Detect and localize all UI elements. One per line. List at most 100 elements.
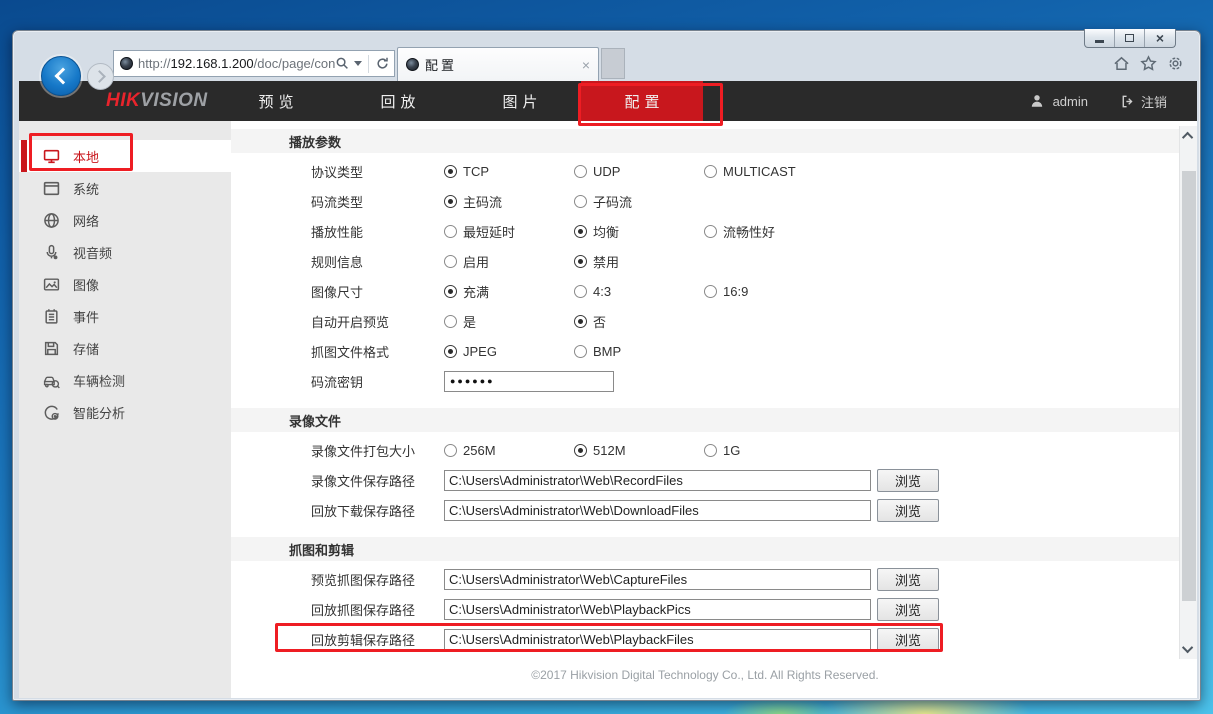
path-input[interactable] <box>444 629 871 650</box>
radio-circle[interactable] <box>444 165 457 178</box>
radio-option[interactable]: TCP <box>444 164 574 179</box>
sidebar-item-storage[interactable]: 存储 <box>19 332 231 364</box>
radio-option[interactable]: 256M <box>444 443 574 458</box>
radio-option[interactable]: 主码流 <box>444 192 574 211</box>
sidebar-item-image[interactable]: 图像 <box>19 268 231 300</box>
minimize-button[interactable] <box>1085 29 1115 47</box>
browse-button[interactable]: 浏览 <box>877 499 939 522</box>
radio-circle[interactable] <box>444 444 457 457</box>
radio-circle[interactable] <box>574 255 587 268</box>
search-icon[interactable] <box>335 56 350 71</box>
stream-key-input[interactable] <box>444 371 614 392</box>
radio-option[interactable]: 均衡 <box>574 222 704 241</box>
radio-circle[interactable] <box>444 255 457 268</box>
radio-option[interactable]: 充满 <box>444 282 574 301</box>
browse-button[interactable]: 浏览 <box>877 469 939 492</box>
sidebar-item-av[interactable]: 视音频 <box>19 236 231 268</box>
radio-option[interactable]: 512M <box>574 443 704 458</box>
settings-gear-icon[interactable] <box>1167 55 1184 72</box>
radio-option[interactable]: 禁用 <box>574 252 704 271</box>
radio-option[interactable]: 流畅性好 <box>704 222 834 241</box>
radio-circle[interactable] <box>704 225 717 238</box>
sidebar-item-local[interactable]: 本地 <box>19 140 231 172</box>
restore-icon <box>1125 34 1134 42</box>
logout-button[interactable]: 注销 <box>1120 92 1167 111</box>
site-header: HIKVISION 预览回放图片配置 admin 注销 <box>19 81 1197 121</box>
floppy-icon <box>43 340 60 357</box>
url-path: /doc/page/config.a <box>254 56 335 71</box>
vehicle-detect-icon <box>43 372 60 389</box>
radio-circle[interactable] <box>574 225 587 238</box>
browse-button[interactable]: 浏览 <box>877 598 939 621</box>
field-label: 规则信息 <box>311 252 444 271</box>
radio-label: 最短延时 <box>463 222 515 241</box>
radio-option[interactable]: 启用 <box>444 252 574 271</box>
sidebar-item-network[interactable]: 网络 <box>19 204 231 236</box>
nav-tab-picture[interactable]: 图片 <box>459 81 581 121</box>
dropdown-caret-icon[interactable] <box>354 61 362 66</box>
radio-option[interactable]: 子码流 <box>574 192 704 211</box>
radio-circle[interactable] <box>574 345 587 358</box>
path-input[interactable] <box>444 599 871 620</box>
address-bar[interactable]: http://192.168.1.200/doc/page/config.a <box>113 50 395 77</box>
radio-option[interactable]: 是 <box>444 312 574 331</box>
radio-option[interactable]: BMP <box>574 344 704 359</box>
radio-circle[interactable] <box>574 285 587 298</box>
form-row: 录像文件保存路径浏览 <box>231 465 1179 495</box>
scroll-down-arrow[interactable] <box>1180 639 1197 659</box>
home-icon[interactable] <box>1113 55 1130 72</box>
desktop: × http://192.168.1.200/doc/page/config.a… <box>0 0 1213 714</box>
scroll-thumb[interactable] <box>1182 171 1196 601</box>
browse-button[interactable]: 浏览 <box>877 628 939 651</box>
nav-tab-config[interactable]: 配置 <box>581 81 703 121</box>
scrollbar[interactable] <box>1179 126 1197 659</box>
radio-circle[interactable] <box>574 195 587 208</box>
browse-button[interactable]: 浏览 <box>877 568 939 591</box>
radio-circle[interactable] <box>574 165 587 178</box>
sidebar-item-vehicle[interactable]: 车辆检测 <box>19 364 231 396</box>
nav-tab-playback[interactable]: 回放 <box>337 81 459 121</box>
sidebar-item-smart[interactable]: 智能分析 <box>19 396 231 428</box>
radio-circle[interactable] <box>444 315 457 328</box>
new-tab-button[interactable] <box>601 48 625 79</box>
sidebar-item-label: 智能分析 <box>73 403 125 422</box>
radio-option[interactable]: MULTICAST <box>704 164 834 179</box>
scroll-up-arrow[interactable] <box>1180 126 1197 146</box>
radio-circle[interactable] <box>704 165 717 178</box>
radio-circle[interactable] <box>574 444 587 457</box>
back-button[interactable] <box>41 56 81 96</box>
favorites-star-icon[interactable] <box>1140 55 1157 72</box>
restore-button[interactable] <box>1115 29 1145 47</box>
refresh-icon[interactable] <box>375 56 390 71</box>
path-input[interactable] <box>444 470 871 491</box>
form-row: 图像尺寸充满4:316:9 <box>231 276 1179 306</box>
radio-circle[interactable] <box>704 444 717 457</box>
field-label: 回放剪辑保存路径 <box>311 630 444 649</box>
radio-option[interactable]: 否 <box>574 312 704 331</box>
form-row: 规则信息启用禁用 <box>231 246 1179 276</box>
microphone-icon <box>43 244 60 261</box>
radio-circle[interactable] <box>444 285 457 298</box>
radio-option[interactable]: 最短延时 <box>444 222 574 241</box>
path-input[interactable] <box>444 569 871 590</box>
radio-label: 512M <box>593 443 626 458</box>
path-input[interactable] <box>444 500 871 521</box>
radio-option[interactable]: UDP <box>574 164 704 179</box>
radio-circle[interactable] <box>704 285 717 298</box>
close-button[interactable]: × <box>1145 29 1175 47</box>
radio-circle[interactable] <box>574 315 587 328</box>
radio-option[interactable]: 4:3 <box>574 284 704 299</box>
radio-option[interactable]: 16:9 <box>704 284 834 299</box>
tab-close-icon[interactable]: × <box>582 58 590 72</box>
sidebar-item-event[interactable]: 事件 <box>19 300 231 332</box>
radio-option[interactable]: JPEG <box>444 344 574 359</box>
nav-tab-preview[interactable]: 预览 <box>215 81 337 121</box>
forward-button[interactable] <box>87 63 114 90</box>
radio-circle[interactable] <box>444 225 457 238</box>
radio-circle[interactable] <box>444 195 457 208</box>
sidebar-item-label: 本地 <box>73 147 99 166</box>
radio-option[interactable]: 1G <box>704 443 834 458</box>
browser-tab[interactable]: 配置 × <box>397 47 599 81</box>
sidebar-item-system[interactable]: 系统 <box>19 172 231 204</box>
radio-circle[interactable] <box>444 345 457 358</box>
